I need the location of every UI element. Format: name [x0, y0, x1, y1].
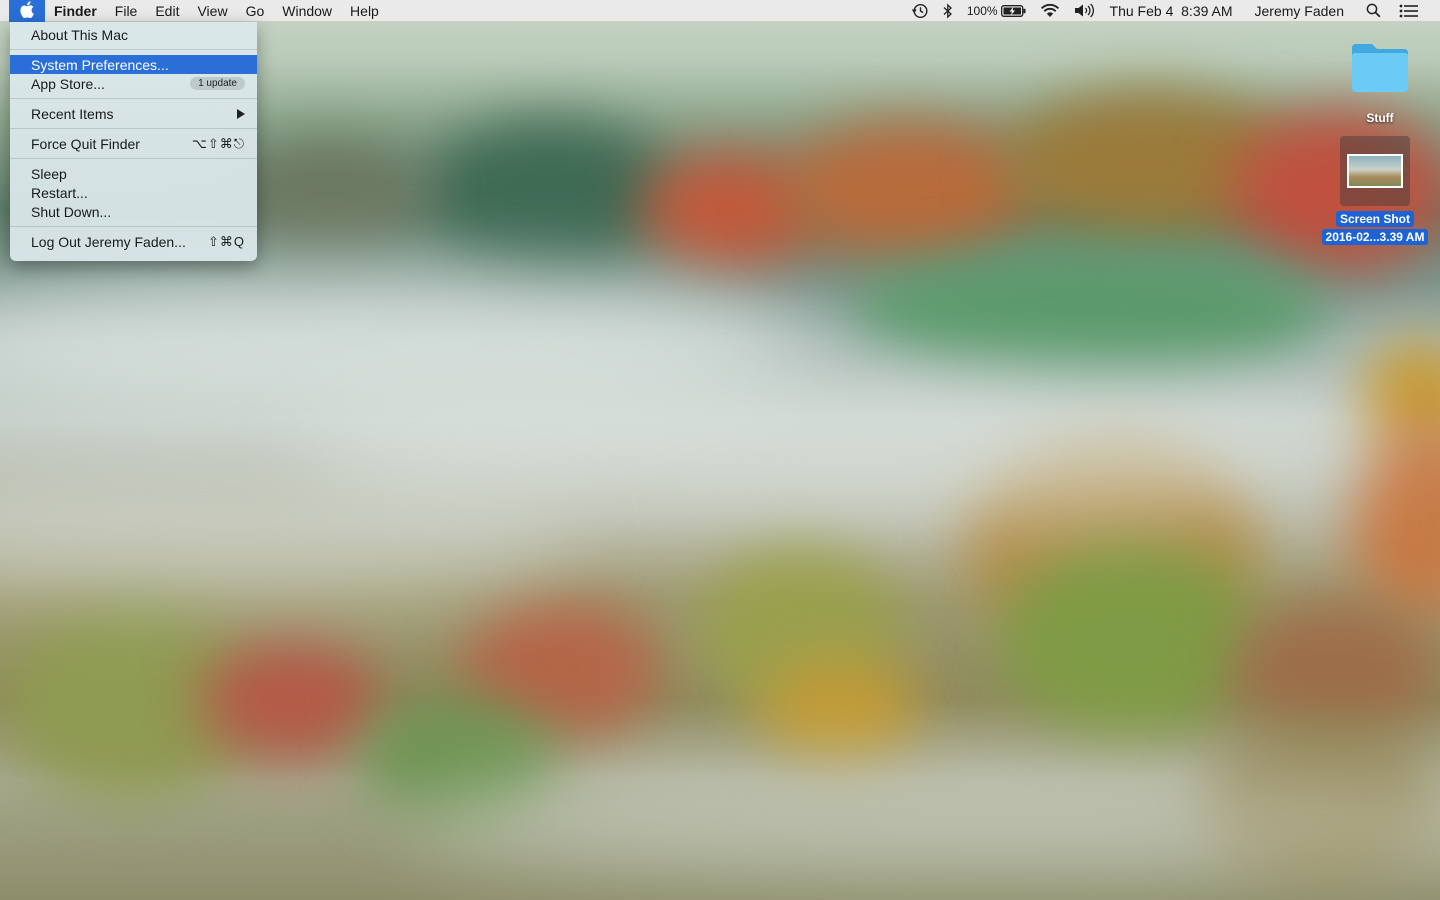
volume-icon[interactable] — [1067, 3, 1103, 18]
menu-file[interactable]: File — [106, 0, 147, 22]
menu-app-finder[interactable]: Finder — [45, 0, 106, 22]
desktop-icon-label-line2: 2016-02...3.39 AM — [1321, 229, 1429, 245]
menu-separator — [10, 98, 257, 99]
time-machine-icon[interactable] — [904, 3, 936, 19]
bluetooth-icon[interactable] — [936, 2, 960, 19]
wifi-icon[interactable] — [1033, 3, 1067, 18]
clock[interactable]: Thu Feb 4 8:39 AM — [1103, 0, 1240, 22]
status-area: 100% Thu Feb 4 8:39 AM Jeremy Faden — [904, 0, 1440, 22]
menu-item-shut-down[interactable]: Shut Down... — [10, 202, 257, 221]
menu-separator — [10, 158, 257, 159]
desktop-icon-label: Stuff — [1366, 111, 1394, 125]
submenu-arrow-icon — [237, 108, 245, 119]
menu-go[interactable]: Go — [237, 0, 274, 22]
screenshot-thumbnail-icon — [1340, 136, 1410, 206]
menu-item-label: System Preferences... — [31, 56, 169, 73]
menu-item-restart[interactable]: Restart... — [10, 183, 257, 202]
menu-item-label: App Store... — [31, 75, 105, 92]
shortcut-label: ⌥⇧⌘⎋ — [191, 135, 245, 151]
apple-menu-dropdown: About This Mac System Preferences... App… — [10, 22, 257, 261]
menu-item-label: Restart... — [31, 184, 88, 201]
desktop-icon-screenshot[interactable]: Screen Shot 2016-02...3.39 AM — [1314, 136, 1436, 246]
menu-item-system-preferences[interactable]: System Preferences... — [10, 55, 257, 74]
battery-charging-icon — [1000, 4, 1026, 17]
menu-item-log-out[interactable]: Log Out Jeremy Faden... ⇧⌘Q — [10, 232, 257, 251]
menu-item-label: Recent Items — [31, 105, 114, 122]
desktop-icon-stuff-folder[interactable]: Stuff — [1340, 40, 1420, 125]
menu-item-label: Log Out Jeremy Faden... — [31, 233, 186, 250]
menu-edit[interactable]: Edit — [146, 0, 188, 22]
menu-bar: Finder File Edit View Go Window Help 100… — [0, 0, 1440, 22]
menu-separator — [10, 128, 257, 129]
menu-separator — [10, 49, 257, 50]
menu-item-app-store[interactable]: App Store... 1 update — [10, 74, 257, 93]
menu-item-label: About This Mac — [31, 26, 129, 43]
menu-item-recent-items[interactable]: Recent Items — [10, 104, 257, 123]
menu-item-sleep[interactable]: Sleep — [10, 164, 257, 183]
menu-view[interactable]: View — [188, 0, 236, 22]
shortcut-label: ⇧⌘Q — [207, 233, 245, 249]
menu-separator — [10, 226, 257, 227]
battery-status[interactable]: 100% — [960, 0, 1033, 22]
menu-item-force-quit[interactable]: Force Quit Finder ⌥⇧⌘⎋ — [10, 134, 257, 153]
search-icon[interactable] — [1359, 3, 1388, 18]
battery-percent: 100% — [966, 3, 998, 18]
menu-item-label: Force Quit Finder — [31, 135, 140, 152]
desktop-icon-label: Screen Shot — [1335, 211, 1415, 227]
menu-help[interactable]: Help — [341, 0, 388, 22]
list-icon[interactable] — [1392, 4, 1426, 18]
apple-logo-icon — [20, 0, 34, 21]
update-badge: 1 update — [190, 77, 245, 90]
menu-item-label: Shut Down... — [31, 203, 112, 220]
menu-item-label: Sleep — [31, 165, 67, 182]
menu-item-about-this-mac[interactable]: About This Mac — [10, 25, 257, 44]
menu-window[interactable]: Window — [273, 0, 341, 22]
apple-menu-button[interactable] — [9, 0, 45, 22]
folder-icon — [1340, 40, 1420, 99]
user-menu[interactable]: Jeremy Faden — [1248, 0, 1351, 22]
